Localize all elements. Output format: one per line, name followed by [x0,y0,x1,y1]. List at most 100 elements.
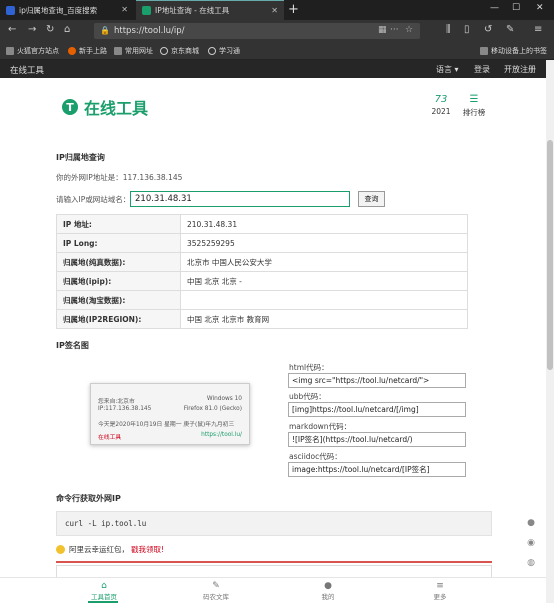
ubb-code-field[interactable]: [img]https://tool.lu/netcard/[/img] [288,402,466,417]
table-row: IP 地址: 210.31.48.31 [56,214,468,234]
markdown-code-field[interactable]: ![IP签名](https://tool.lu/netcard/) [288,432,466,447]
bookmark-star-icon[interactable]: ☆ [405,25,413,35]
stat-counter[interactable]: 73 2021 [428,94,454,116]
menu-icon[interactable]: ≡ [534,24,542,35]
row-key: IP Long: [56,233,181,253]
row-value: 北京市 中国人民公安大学 [180,252,468,272]
home-icon[interactable]: ⌂ [64,24,70,35]
card-date: 今天是2020年10月19日 星期一 庚子(鼠)年九月初三 [98,422,235,428]
minimize-icon[interactable]: — [490,3,499,13]
bookmark-label: 京东商城 [171,47,199,55]
login-link[interactable]: 登录 [474,64,490,75]
cmdline-title: 命令行获取外网IP [56,494,121,503]
html-code-field[interactable]: <img src="https://tool.lu/netcard/"> [288,373,466,388]
bottom-nav-label: 我的 [321,593,335,601]
row-key: 归属地(纯真数据): [56,252,181,272]
bookmark-label: 学习通 [219,47,240,55]
extension-icon[interactable]: ✎ [506,24,514,35]
cmdline-code[interactable]: curl -L ip.tool.lu [56,511,492,536]
close-tab-icon[interactable]: ✕ [121,5,128,14]
library-icon[interactable]: ⫼ [446,24,451,35]
signature-title: IP签名图 [56,341,89,350]
ip-info-table: IP 地址: 210.31.48.31 IP Long: 3525259295 归属… [56,214,468,329]
bookmark-label: 移动设备上的书签 [491,47,547,55]
card-ip: IP:117.136.38.145 [98,406,152,412]
sync-icon[interactable]: ↺ [484,24,492,35]
promo-link[interactable]: 戳我领取! [131,544,164,555]
bookmark-label: 火狐官方站点 [17,47,59,55]
bookmark-item[interactable]: 学习通 [208,46,240,56]
row-key: 归属地(淘宝数据): [56,290,181,310]
url-bar[interactable]: 🔒 https://tool.lu/ip/ ▦ ··· ☆ [94,23,420,39]
bottom-nav-home[interactable]: ⌂ 工具首页 [74,581,134,601]
toollu-favicon-icon [142,6,151,15]
weibo-icon[interactable]: ◉ [524,538,538,558]
baidu-favicon-icon [6,5,15,15]
browser-nav-bar: ← → ↻ ⌂ 🔒 https://tool.lu/ip/ ▦ ··· ☆ ⫼ … [0,20,554,42]
signature-card: 您来自:北京市 Windows 10 IP:117.136.38.145 Firef… [90,383,250,445]
folder-icon [114,47,122,55]
folder-icon [6,47,14,55]
url-text: https://tool.lu/ip/ [114,26,185,36]
home-icon: ⌂ [101,581,107,591]
sidebar-icon[interactable]: ▯ [464,24,470,35]
bookmark-item[interactable]: 新手上路 [68,46,107,56]
new-tab-icon[interactable]: + [288,2,299,17]
scrollbar-thumb[interactable] [547,140,553,370]
back-icon[interactable]: ← [8,24,16,35]
asciidoc-code-field[interactable]: image:https://tool.lu/netcard/[IP签名] [288,462,466,477]
promo-line: 阿里云幸运红包， 戳我领取! [56,544,164,555]
stat-value: 73 [434,94,448,105]
bookmark-item[interactable]: 常用网址 [114,46,153,56]
reader-view-icon[interactable]: ▦ [378,25,387,35]
browser-tab-toollu[interactable]: IP地址查询 - 在线工具 ✕ [136,0,284,20]
ranking-link[interactable]: ☰ 排行榜 [460,94,488,118]
stat-year: 2021 [431,107,451,116]
divider [56,561,492,563]
comment-box[interactable] [56,565,492,577]
markdown-code-label: markdown代码： [289,422,352,431]
table-row: IP Long: 3525259295 [56,233,468,253]
user-icon: ● [324,581,332,591]
bookmark-item[interactable]: 京东商城 [160,46,199,56]
github-icon[interactable]: ◍ [524,558,538,578]
ubb-code-label: ubb代码： [289,392,326,401]
site-brand[interactable]: 在线工具 [10,64,44,76]
bottom-nav-mine[interactable]: ● 我的 [298,581,358,601]
page-actions-icon[interactable]: ··· [390,25,399,35]
tab-title: IP地址查询 - 在线工具 [155,6,230,15]
close-tab-icon[interactable]: ✕ [271,6,278,15]
bookmarks-bar: 火狐官方站点 新手上路 常用网址 京东商城 学习通 移动设备上的书签 [0,42,554,60]
bottom-nav-label: 更多 [433,593,447,601]
query-button[interactable]: 查询 [358,191,385,207]
site-logo[interactable]: T 在线工具 [62,95,148,119]
row-value: 中国 北京 北京 - [180,271,468,291]
bookmark-item[interactable]: 火狐官方站点 [6,46,59,56]
card-url: https://tool.lu/ [201,432,242,438]
row-key: IP 地址: [56,214,181,234]
register-link[interactable]: 开放注册 [504,64,536,75]
maximize-icon[interactable]: ☐ [512,3,520,13]
bottom-nav-library[interactable]: ✎ 码农文库 [186,581,246,601]
list-icon: ☰ [469,94,479,105]
forward-icon[interactable]: → [28,24,36,35]
browser-tab-baidu[interactable]: ip归属地查询_百度搜索 ✕ [0,0,134,20]
browser-tab-bar: ip归属地查询_百度搜索 ✕ IP地址查询 - 在线工具 ✕ + — ☐ ✕ [0,0,554,20]
ranking-label: 排行榜 [462,108,486,117]
qq-icon[interactable]: ● [524,518,538,538]
lock-icon: 🔒 [100,26,110,35]
close-window-icon[interactable]: ✕ [536,3,544,13]
asciidoc-code-label: asciidoc代码： [289,452,342,461]
your-ip-text: 你的外网IP地址是：117.136.38.145 [56,173,183,182]
mobile-bookmarks[interactable]: 移动设备上的书签 [480,46,547,56]
bottom-nav-more[interactable]: ≡ 更多 [410,581,470,601]
ip-lookup-title: IP归属地查询 [56,153,105,162]
scrollbar[interactable] [546,60,554,603]
ip-input[interactable]: 210.31.48.31 [130,191,350,207]
menu-icon: ≡ [436,581,444,591]
language-menu[interactable]: 语言 ▾ [436,64,459,75]
row-value: 中国 北京 北京市 教育网 [180,309,468,329]
row-value: 210.31.48.31 [180,214,468,234]
reload-icon[interactable]: ↻ [46,24,54,35]
input-label: 请输入IP或网站域名： [56,195,131,204]
